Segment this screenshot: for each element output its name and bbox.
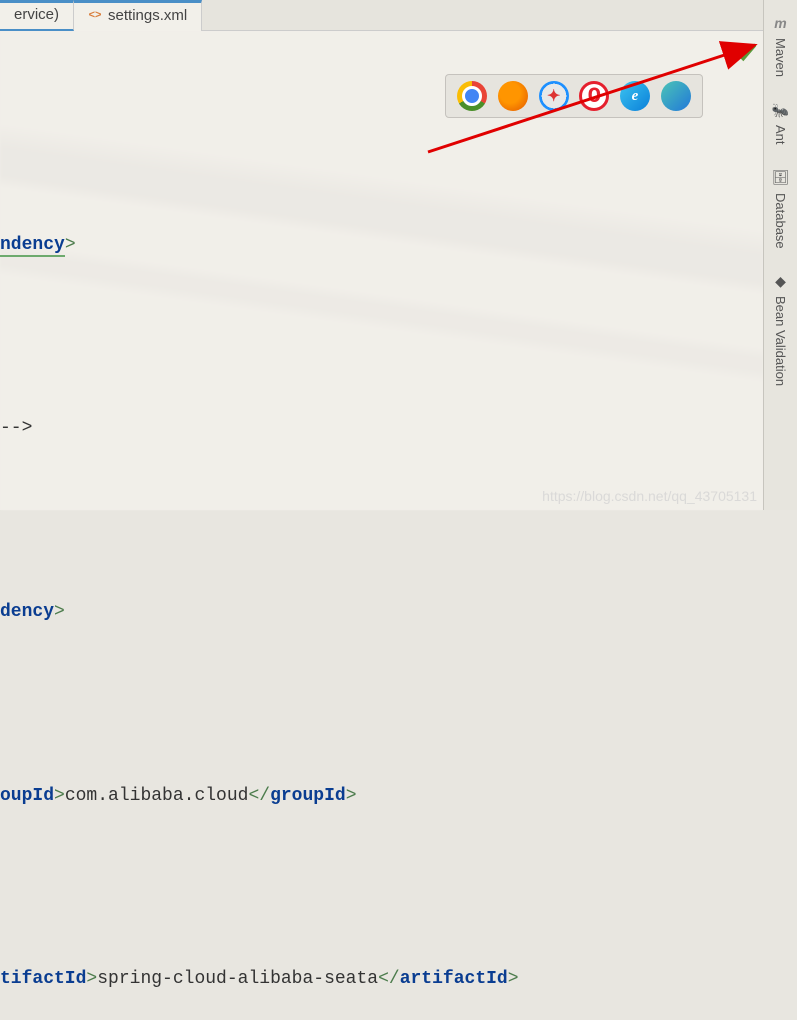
inspection-ok-icon[interactable] <box>735 42 757 64</box>
right-tab-bean-validation[interactable]: ◆ Bean Validation <box>772 272 790 386</box>
angle: > <box>65 235 76 255</box>
tag-artifactid: tifactId <box>0 969 86 989</box>
tab-service[interactable]: ervice) <box>0 0 74 31</box>
right-tool-bar: m Maven 🐜 Ant 🗄 Database ◆ Bean Validati… <box>763 0 797 510</box>
right-tab-ant[interactable]: 🐜 Ant <box>772 101 790 145</box>
angle: </ <box>378 969 400 989</box>
bean-validation-icon: ◆ <box>772 272 790 290</box>
browser-icons-tray: O e <box>445 74 703 118</box>
tag-dependency-partial: dency <box>0 602 54 622</box>
right-tab-label: Ant <box>773 125 788 145</box>
right-tab-database[interactable]: 🗄 Database <box>772 169 790 249</box>
angle: </ <box>248 786 270 806</box>
edge-icon[interactable] <box>661 81 691 111</box>
angle: > <box>346 786 357 806</box>
chrome-icon[interactable] <box>457 81 487 111</box>
angle: > <box>54 786 65 806</box>
tab-label: settings.xml <box>108 7 187 24</box>
database-icon: 🗄 <box>772 169 790 187</box>
tag-groupid-close: groupId <box>270 786 346 806</box>
ant-icon: 🐜 <box>772 101 790 119</box>
opera-icon[interactable]: O <box>579 81 609 111</box>
tab-label: ervice) <box>14 6 59 23</box>
angle: > <box>86 969 97 989</box>
right-tab-label: Bean Validation <box>773 296 788 386</box>
tag-groupid: oupId <box>0 786 54 806</box>
safari-icon[interactable] <box>539 81 569 111</box>
xml-file-icon: <> <box>88 8 102 22</box>
edge-legacy-icon[interactable]: e <box>620 81 650 111</box>
angle: > <box>54 602 65 622</box>
firefox-icon[interactable] <box>498 81 528 111</box>
right-tab-label: Maven <box>773 38 788 77</box>
watermark-text: https://blog.csdn.net/qq_43705131 <box>542 488 757 504</box>
tag-artifactid-close: artifactId <box>400 969 508 989</box>
tab-bar: ervice) <> settings.xml <box>0 0 797 31</box>
text-groupid: com.alibaba.cloud <box>65 786 249 806</box>
xml-comment-end: --> <box>0 418 32 438</box>
right-tab-maven[interactable]: m Maven <box>772 14 790 77</box>
angle: > <box>508 969 519 989</box>
text-artifactid: spring-cloud-alibaba-seata <box>97 969 378 989</box>
maven-icon: m <box>772 14 790 32</box>
tab-settings-xml[interactable]: <> settings.xml <box>74 0 202 31</box>
right-tab-label: Database <box>773 193 788 249</box>
tag-dependency-partial: ndency <box>0 235 65 257</box>
